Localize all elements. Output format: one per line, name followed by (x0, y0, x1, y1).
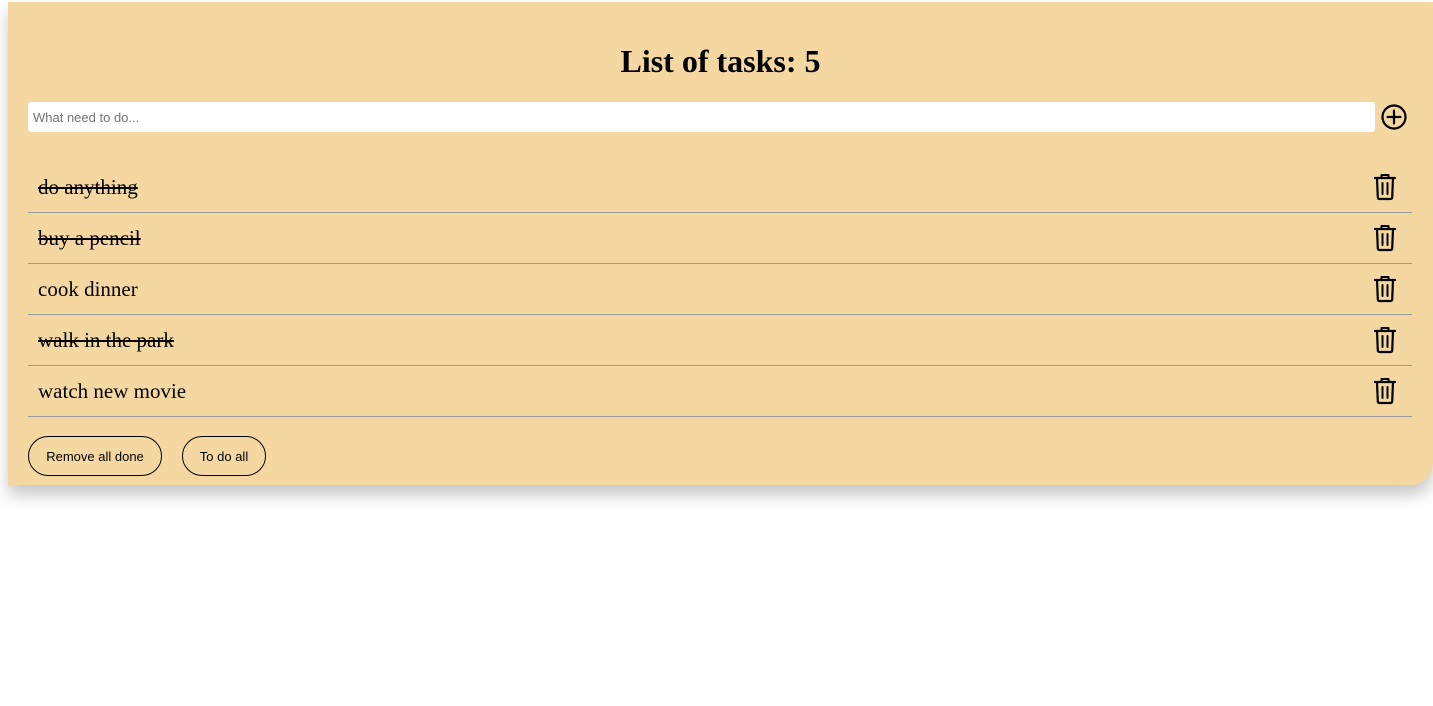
task-item: watch new movie (28, 366, 1412, 417)
trash-icon (1373, 327, 1397, 354)
task-item: do anything (28, 162, 1412, 213)
task-item: walk in the park (28, 315, 1412, 366)
task-text[interactable]: do anything (38, 174, 138, 200)
page-title: List of tasks: 5 (620, 43, 821, 79)
trash-icon (1373, 174, 1397, 201)
add-task-row (28, 102, 1418, 132)
task-text[interactable]: watch new movie (38, 378, 186, 404)
remove-all-done-button[interactable]: Remove all done (28, 436, 162, 476)
trash-icon (1373, 276, 1397, 303)
task-text[interactable]: buy a pencil (38, 225, 141, 251)
add-task-button[interactable] (1379, 102, 1409, 132)
new-task-input[interactable] (28, 102, 1375, 132)
task-item: buy a pencil (28, 213, 1412, 264)
todo-card: List of tasks: 5 do anything (8, 2, 1433, 485)
plus-circle-icon (1381, 104, 1407, 130)
todo-all-button[interactable]: To do all (182, 436, 266, 476)
task-text[interactable]: walk in the park (38, 327, 174, 353)
task-list: do anything buy a pencil cook dinner wal… (28, 162, 1412, 417)
delete-task-button[interactable] (1372, 275, 1398, 303)
delete-task-button[interactable] (1372, 173, 1398, 201)
task-text[interactable]: cook dinner (38, 276, 138, 302)
delete-task-button[interactable] (1372, 326, 1398, 354)
trash-icon (1373, 378, 1397, 405)
delete-task-button[interactable] (1372, 224, 1398, 252)
delete-task-button[interactable] (1372, 377, 1398, 405)
trash-icon (1373, 225, 1397, 252)
task-item: cook dinner (28, 264, 1412, 315)
